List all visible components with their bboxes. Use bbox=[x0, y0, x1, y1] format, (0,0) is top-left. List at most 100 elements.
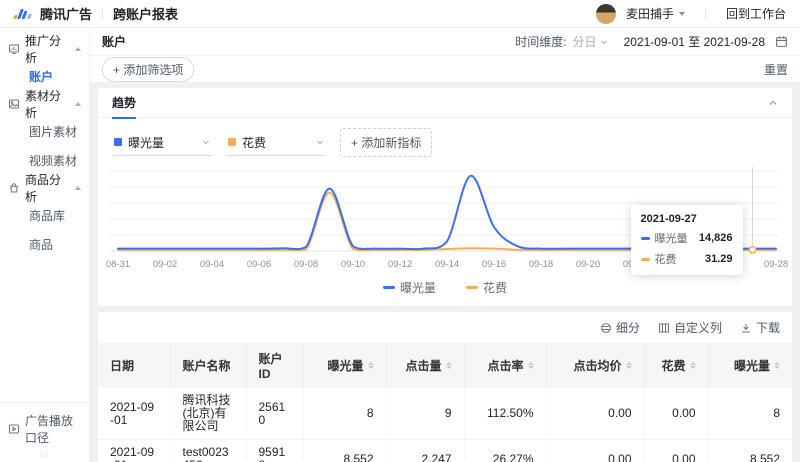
reset-button[interactable]: 重置 bbox=[764, 61, 788, 78]
sidebar-group-label: 商品分析 bbox=[25, 173, 62, 204]
tooltip-series-mark bbox=[640, 236, 650, 240]
metric-select-1[interactable]: 曝光量 bbox=[112, 130, 212, 156]
hover-point-marker bbox=[748, 245, 757, 254]
sort-icon bbox=[774, 362, 780, 369]
table-action-细分[interactable]: 细分 bbox=[600, 319, 640, 336]
column-header-账户名称-1: 账户名称 bbox=[170, 343, 247, 388]
tooltip-series-name: 花费 bbox=[654, 254, 677, 266]
tooltip-series-value: 14,826 bbox=[698, 232, 733, 244]
trend-tab[interactable]: 趋势 bbox=[112, 88, 137, 119]
time-dimension-value: 分日 bbox=[572, 35, 597, 49]
legend-label: 曝光量 bbox=[399, 281, 436, 295]
table-action-label: 下载 bbox=[755, 321, 780, 335]
x-tick-label: 09-28 bbox=[764, 259, 788, 270]
sort-icon bbox=[689, 362, 696, 369]
cell-账户ID: 25610 bbox=[246, 388, 304, 440]
bag-icon bbox=[8, 182, 20, 194]
segment-icon bbox=[600, 322, 612, 334]
add-filter-button[interactable]: + 添加筛选项 bbox=[102, 56, 195, 82]
column-header-点击率-5[interactable]: 点击率 bbox=[464, 343, 547, 388]
legend-item-花费[interactable]: 花费 bbox=[466, 279, 507, 296]
x-tick-label: 09-04 bbox=[200, 259, 224, 270]
back-to-workbench-link[interactable]: 回到工作台 bbox=[726, 5, 786, 22]
x-tick-label: 09-02 bbox=[153, 259, 177, 270]
sort-icon bbox=[625, 362, 632, 369]
user-menu[interactable]: 麦田捕手 bbox=[626, 5, 685, 22]
chevron-up-icon bbox=[769, 100, 777, 105]
table-action-下载[interactable]: 下载 bbox=[740, 319, 780, 336]
column-header-点击量-4[interactable]: 点击量 bbox=[386, 343, 465, 388]
x-tick-label: 09-10 bbox=[341, 259, 365, 270]
sidebar-group-label: 推广分析 bbox=[25, 34, 62, 65]
legend-label: 花费 bbox=[483, 281, 508, 295]
sort-icon bbox=[367, 362, 374, 369]
time-dimension-select[interactable]: 分日 bbox=[573, 33, 608, 50]
column-label: 账户名称 bbox=[182, 359, 231, 373]
sidebar-group-2[interactable]: 素材分析 bbox=[0, 89, 89, 120]
user-name: 麦田捕手 bbox=[625, 7, 674, 21]
cell-点击均价: 0.00 bbox=[546, 439, 645, 462]
chevron-down-icon bbox=[317, 140, 323, 145]
column-header-点击均价-6[interactable]: 点击均价 bbox=[546, 343, 645, 388]
column-label: 曝光量 bbox=[327, 359, 364, 373]
legend-mark bbox=[466, 286, 478, 289]
column-label: 点击均价 bbox=[573, 359, 622, 373]
metric2-label: 花费 bbox=[242, 135, 267, 150]
cell-点击率: 112.50% bbox=[464, 388, 547, 440]
brand-name: 腾讯广告 bbox=[40, 7, 93, 22]
time-dimension-label: 时间维度: bbox=[515, 35, 567, 49]
cell-曝光量: 8 bbox=[708, 388, 792, 440]
column-header-日期-0: 日期 bbox=[98, 343, 171, 388]
sidebar: 推广分析 账户 素材分析 图片素材 视频素材 商品分析 商品库 商品 广告播放口径 ||| bbox=[0, 28, 90, 462]
avatar[interactable] bbox=[595, 3, 616, 24]
sidebar-footer-label: 广告播放口径 bbox=[25, 414, 74, 445]
caret-up-icon bbox=[75, 102, 81, 106]
cell-账户名称: test0023456 bbox=[170, 439, 247, 462]
sidebar-item-商品库[interactable]: 商品库 bbox=[0, 201, 89, 230]
metric-select-2[interactable]: 花费 bbox=[226, 130, 326, 156]
cell-曝光量: 8 bbox=[303, 388, 387, 440]
sidebar-group-3[interactable]: 商品分析 bbox=[0, 173, 89, 204]
x-tick-label: 09-14 bbox=[435, 259, 459, 270]
column-label: 曝光量 bbox=[733, 359, 770, 373]
chart-tooltip: 2021-09-27 曝光量 14,826 花费 31.29 bbox=[630, 205, 743, 275]
collapse-panel-button[interactable] bbox=[768, 98, 778, 108]
column-header-曝光量-3[interactable]: 曝光量 bbox=[303, 343, 387, 388]
sidebar-item-商品[interactable]: 商品 bbox=[0, 230, 89, 259]
table-action-label: 自定义列 bbox=[673, 321, 722, 335]
chevron-down-icon bbox=[203, 140, 209, 145]
sidebar-resize-handle[interactable]: ||| bbox=[0, 450, 89, 459]
columns-icon bbox=[658, 322, 670, 334]
calendar-icon[interactable] bbox=[775, 35, 788, 48]
column-header-花费-7[interactable]: 花费 bbox=[644, 343, 709, 388]
cell-账户ID: 95918 bbox=[246, 439, 304, 462]
column-header-账户ID-2: 账户ID bbox=[246, 343, 304, 388]
column-label: 点击量 bbox=[405, 359, 442, 373]
cell-曝光量: 8,552 bbox=[303, 439, 387, 462]
date-range-picker[interactable]: 2021-09-01 至 2021-09-28 bbox=[624, 33, 765, 50]
tooltip-date: 2021-09-27 bbox=[640, 213, 697, 225]
metric1-label: 曝光量 bbox=[128, 135, 165, 150]
page-toolbar: 账户 时间维度: 分日 2021-09-01 至 2021-09-28 + 添加… bbox=[90, 28, 800, 82]
play-square-icon bbox=[8, 423, 20, 435]
cell-日期: 2021-09-01 bbox=[98, 388, 171, 440]
cell-点击量: 9 bbox=[386, 388, 465, 440]
cell-点击量: 2,247 bbox=[386, 439, 465, 462]
sidebar-group-label: 素材分析 bbox=[25, 89, 62, 120]
header-divider bbox=[102, 7, 104, 20]
product-title: 跨账户报表 bbox=[113, 7, 179, 22]
metric2-color-swatch bbox=[228, 138, 236, 146]
sidebar-group-1[interactable]: 推广分析 bbox=[0, 34, 89, 65]
tooltip-series-name: 曝光量 bbox=[654, 233, 688, 245]
sidebar-item-图片素材[interactable]: 图片素材 bbox=[0, 117, 89, 146]
column-header-曝光量-8[interactable]: 曝光量 bbox=[708, 343, 792, 388]
sidebar-item-ad-playback[interactable]: 广告播放口径 bbox=[0, 402, 89, 446]
cell-花费: 0.00 bbox=[644, 388, 709, 440]
tooltip-row: 曝光量 14,826 bbox=[640, 230, 733, 246]
main-content: 账户 时间维度: 分日 2021-09-01 至 2021-09-28 + 添加… bbox=[90, 28, 800, 462]
cell-曝光量: 8,552 bbox=[708, 439, 792, 462]
table-action-自定义列[interactable]: 自定义列 bbox=[658, 319, 722, 336]
add-metric-button[interactable]: + 添加新指标 bbox=[340, 128, 433, 157]
trend-chart[interactable]: 08-31 09-02 09-04 09-06 09-08 09-10 09-12 09-14… bbox=[98, 161, 792, 277]
legend-item-曝光量[interactable]: 曝光量 bbox=[382, 279, 436, 296]
